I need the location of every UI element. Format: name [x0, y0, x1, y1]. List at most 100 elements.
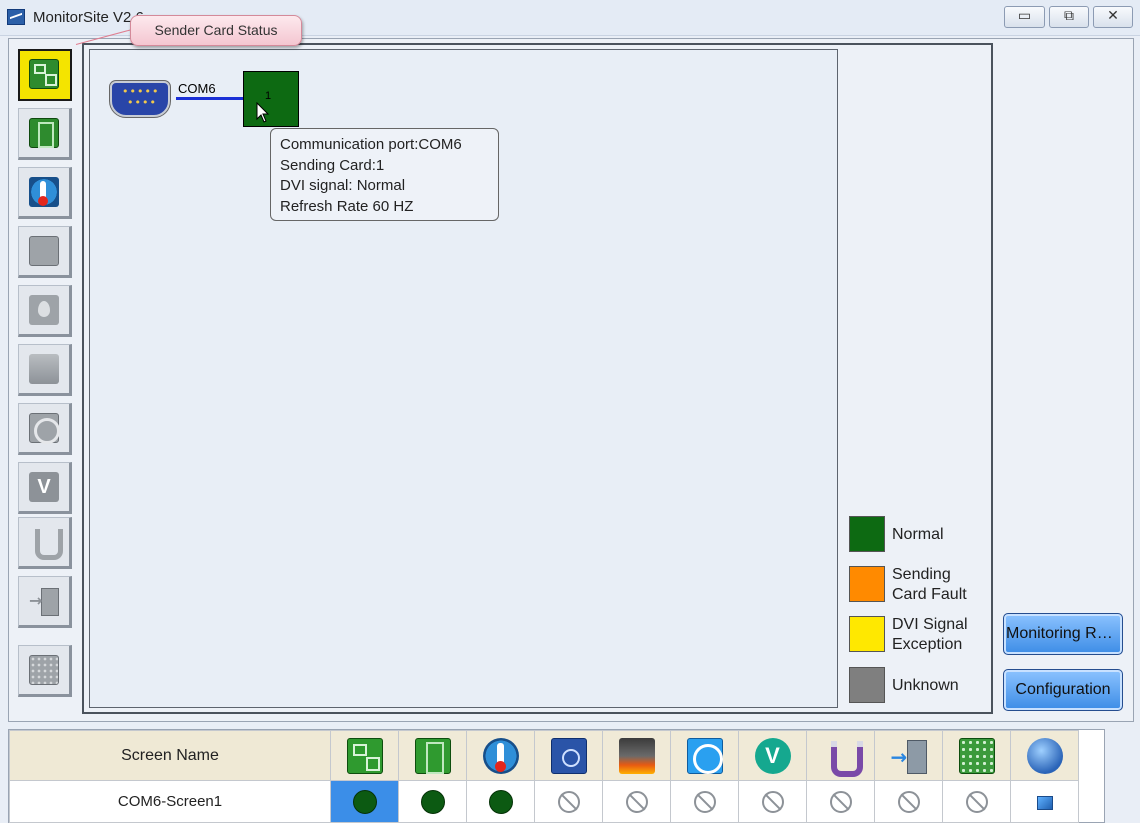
monitoring-refresh-button[interactable]: Monitoring Ref... — [1003, 613, 1123, 655]
close-icon: ✕ — [1107, 8, 1119, 24]
header-receiving-card[interactable] — [398, 730, 467, 781]
toolbar-temperature-button[interactable] — [18, 167, 72, 219]
not-available-icon — [829, 790, 852, 813]
close-button[interactable]: ✕ — [1093, 6, 1133, 28]
header-smoke[interactable] — [602, 730, 671, 781]
legend-card-fault-swatch — [849, 566, 885, 602]
module-icon — [29, 236, 59, 266]
toolbar-humidity-button[interactable] — [18, 285, 72, 337]
status-table-header: Screen Name — [9, 730, 1079, 781]
image-icon — [1036, 795, 1053, 810]
not-available-icon — [625, 790, 648, 813]
sender-card-status-cell[interactable] — [330, 780, 399, 823]
toolbar-voltage-button[interactable] — [18, 462, 72, 514]
sending-card-tooltip: Communication port:COM6 Sending Card:1 D… — [270, 128, 499, 221]
water-drop-icon — [29, 295, 59, 325]
header-temperature[interactable] — [466, 730, 535, 781]
receiving-card-icon — [29, 118, 59, 148]
smoke-status-cell[interactable] — [602, 780, 671, 823]
status-table: Screen Name COM6-Screen1 — [9, 730, 1079, 823]
door-icon — [29, 586, 59, 616]
header-cable[interactable] — [806, 730, 875, 781]
receiving-card-status-cell[interactable] — [398, 780, 467, 823]
magnet-icon — [29, 527, 63, 560]
temperature-status-cell[interactable] — [466, 780, 535, 823]
toolbar-door-button[interactable] — [18, 576, 72, 628]
sender-card-icon — [346, 737, 383, 774]
maximize-button[interactable]: ⧉ — [1049, 6, 1089, 28]
toolbar-module-button[interactable] — [18, 645, 72, 697]
toolbar-module-fan-button[interactable] — [18, 226, 72, 278]
serial-port-icon[interactable] — [110, 81, 170, 117]
not-available-icon — [897, 790, 920, 813]
fan-icon — [686, 737, 723, 774]
header-sender-card[interactable] — [330, 730, 399, 781]
smoke-icon — [618, 737, 655, 774]
not-available-icon — [761, 790, 784, 813]
tooltip-refresh-line: Refresh Rate 60 HZ — [280, 197, 414, 215]
smoke-icon — [29, 354, 59, 384]
sender-card-icon — [29, 59, 59, 89]
port-label: COM6 — [178, 81, 216, 96]
sending-card-number: 1 — [265, 90, 272, 102]
module-fan-status-cell[interactable] — [534, 780, 603, 823]
status-normal-icon — [352, 789, 377, 814]
globe-icon — [1026, 737, 1063, 774]
not-available-icon — [693, 790, 716, 813]
toolbar-smoke-button[interactable] — [18, 344, 72, 396]
window-title: MonitorSite V2.6 — [33, 9, 144, 26]
legend-dvi-exception-label: DVI Signal Exception — [892, 616, 968, 653]
receiving-card-icon — [414, 737, 451, 774]
screen-name-header[interactable]: Screen Name — [9, 730, 331, 781]
connection-line — [176, 97, 244, 100]
thermometer-icon — [482, 737, 519, 774]
screen-name-cell[interactable]: COM6-Screen1 — [9, 780, 331, 823]
led-panel-icon — [29, 655, 59, 685]
mouse-cursor-icon — [256, 102, 270, 123]
legend-unknown-swatch — [849, 667, 885, 703]
voltage-icon — [29, 472, 59, 502]
door-status-cell[interactable] — [874, 780, 943, 823]
thermometer-icon — [29, 177, 59, 207]
minimize-icon: ▭ — [1017, 8, 1032, 24]
network-status-cell[interactable] — [1010, 780, 1079, 823]
legend-dvi-exception-swatch — [849, 616, 885, 652]
door-icon — [891, 738, 927, 774]
toolbar-receiving-card-button[interactable] — [18, 108, 72, 160]
not-available-icon — [557, 790, 580, 813]
configuration-button[interactable]: Configuration — [1003, 669, 1123, 711]
header-fan[interactable] — [670, 730, 739, 781]
toolbar-cable-button[interactable] — [18, 517, 72, 569]
legend-unknown-label: Unknown — [892, 677, 959, 694]
not-available-icon — [965, 790, 988, 813]
status-normal-icon — [420, 789, 445, 814]
fan-status-cell[interactable] — [670, 780, 739, 823]
header-voltage[interactable] — [738, 730, 807, 781]
legend-normal-label: Normal — [892, 526, 944, 543]
magnet-icon — [823, 738, 863, 777]
cable-status-cell[interactable] — [806, 780, 875, 823]
tooltip-port-line: Communication port:COM6 — [280, 136, 462, 153]
header-network[interactable] — [1010, 730, 1079, 781]
sender-card-status-callout: Sender Card Status — [130, 15, 302, 46]
minimize-button[interactable]: ▭ — [1004, 6, 1045, 28]
header-module[interactable] — [942, 730, 1011, 781]
led-panel-icon — [958, 737, 995, 774]
legend-card-fault-label: Sending Card Fault — [892, 566, 967, 603]
module-fan-icon — [550, 737, 587, 774]
tooltip-card-line: Sending Card:1 — [280, 156, 385, 174]
tooltip-dvi-line: DVI signal: Normal — [280, 177, 406, 194]
table-row[interactable]: COM6-Screen1 — [9, 780, 1079, 823]
module-status-cell[interactable] — [942, 780, 1011, 823]
voltage-status-cell[interactable] — [738, 780, 807, 823]
header-door[interactable] — [874, 730, 943, 781]
maximize-icon: ⧉ — [1064, 8, 1074, 24]
toolbar-sender-card-button[interactable] — [18, 49, 72, 101]
app-logo-icon — [7, 9, 25, 25]
status-normal-icon — [488, 789, 513, 814]
voltage-icon — [754, 737, 791, 774]
legend-normal-swatch — [849, 516, 885, 552]
header-module-fan[interactable] — [534, 730, 603, 781]
toolbar-fan-button[interactable] — [18, 403, 72, 455]
fan-icon — [29, 413, 60, 444]
